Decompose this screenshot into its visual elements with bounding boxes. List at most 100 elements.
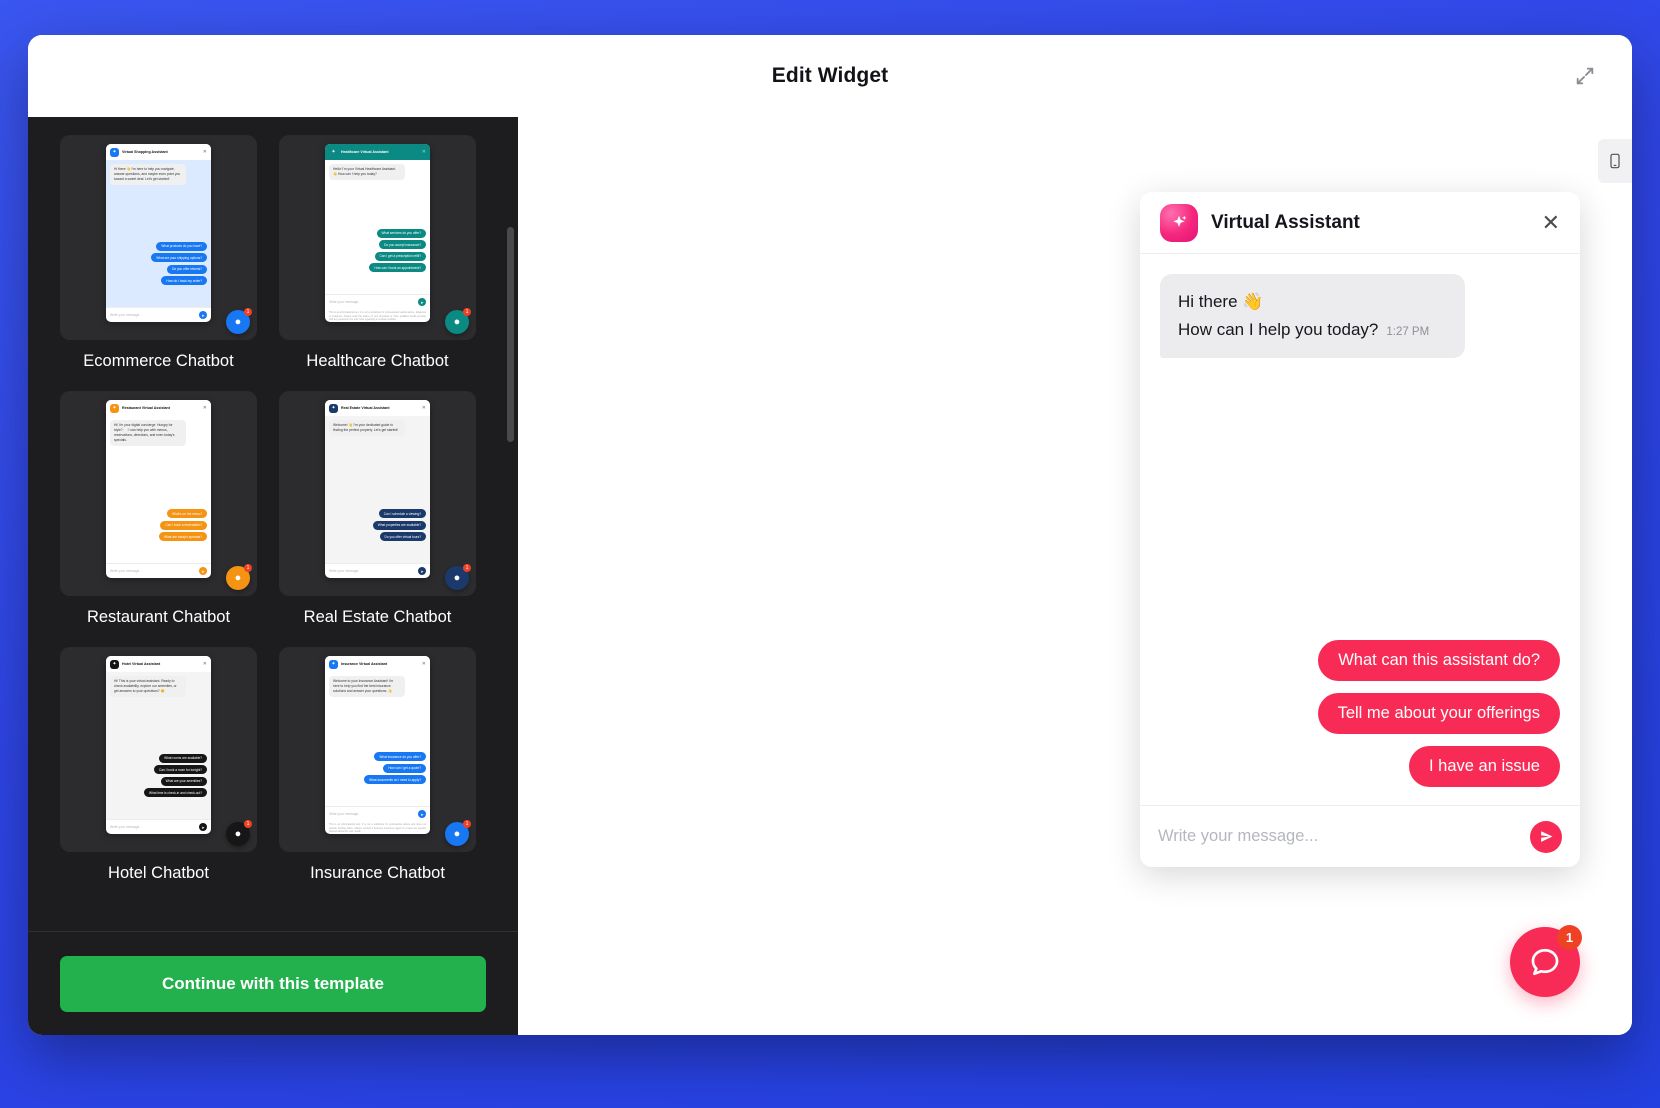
template-mini-header: ✦ Real Estate Virtual Assistant ✕ [325,400,430,416]
mobile-device-icon[interactable] [1598,139,1632,183]
template-mini-input-bar: Write your message... ➤ [106,563,211,578]
template-card[interactable]: ✦ Real Estate Virtual Assistant ✕ Welcome! … [279,391,476,631]
sidebar-footer: Continue with this template [28,931,518,1035]
template-mini-fab-icon: ● 1 [445,564,471,590]
template-mini-assistant-name: Healthcare Virtual Assistant [341,150,389,154]
template-label: Real Estate Chatbot [303,608,452,626]
template-mini-reply: Do you accept insurance? [379,240,426,250]
template-mini-send-icon: ➤ [418,298,426,307]
send-icon[interactable] [1530,820,1562,853]
template-mini-input-bar: Write your message... ➤ [106,819,211,834]
template-mini-close-icon: ✕ [421,149,426,155]
template-mini-reply: What are today's specials? [159,532,207,541]
chat-widget-preview: Virtual Assistant ✕ Hi there 👋 How can I… [1140,192,1580,867]
template-mini-avatar-icon: ✦ [110,147,119,157]
template-mini-input-placeholder: Write your message... [110,825,143,829]
template-mini-reply: What insurance do you offer? [374,752,426,762]
template-mini-disclaimer: This is an informational tool. It is not… [329,823,426,834]
template-mini-disclaimer: This is an informational tool. It is not… [329,311,426,322]
template-mini-widget: ✦ Virtual Shopping Assistant ✕ Hi there 👋 I… [106,144,211,322]
template-thumbnail[interactable]: ✦ Restaurant Virtual Assistant ✕ Hi! I'm yo… [60,391,257,596]
widget-message-area: Hi there 👋 How can I help you today? 1:2… [1140,254,1580,805]
close-icon[interactable]: ✕ [1542,211,1560,234]
template-mini-send-icon: ➤ [199,311,207,319]
template-mini-input-placeholder: Write your message... [329,300,362,305]
template-mini-reply: Can I book a reservation? [160,520,207,530]
template-thumbnail[interactable]: ✦ Virtual Shopping Assistant ✕ Hi there 👋 I… [60,135,257,340]
template-mini-widget: ✦ Healthcare Virtual Assistant ✕ Hello! I'm… [325,144,430,322]
template-mini-avatar-icon: ✦ [110,403,119,413]
template-mini-reply: How can I get a quote? [383,763,426,773]
edit-widget-modal: Edit Widget ✦ Virtual Shopping Assistant ✕… [28,35,1632,1035]
template-mini-reply: Can I get a prescription refill? [374,251,426,261]
template-label: Hotel Chatbot [108,864,209,882]
message-timestamp: 1:27 PM [1386,326,1430,339]
template-card[interactable]: ✦ Virtual Shopping Assistant ✕ Hi there 👋 I… [60,135,257,375]
page-title: Edit Widget [771,64,889,87]
template-mini-close-icon: ✕ [421,661,426,667]
template-mini-avatar-icon: ✦ [329,659,338,669]
template-mini-avatar-icon: ✦ [329,147,338,157]
template-mini-header: ✦ Healthcare Virtual Assistant ✕ [325,144,430,160]
template-mini-reply-list: Can I schedule a viewing? What properties… [372,509,426,541]
template-thumbnail[interactable]: ✦ Real Estate Virtual Assistant ✕ Welcome! … [279,391,476,596]
template-grid: ✦ Virtual Shopping Assistant ✕ Hi there 👋 I… [60,135,500,887]
template-label: Ecommerce Chatbot [83,352,234,370]
template-sidebar: ✦ Virtual Shopping Assistant ✕ Hi there 👋 I… [28,117,518,1035]
template-mini-reply: Can I schedule a viewing? [378,509,426,518]
quick-reply-button[interactable]: What can this assistant do? [1318,640,1560,681]
template-mini-assistant-name: Virtual Shopping Assistant [122,150,168,154]
sidebar-scrollbar[interactable] [507,227,514,442]
fab-unread-badge: 1 [1557,925,1582,950]
quick-reply-button[interactable]: I have an issue [1409,746,1560,787]
template-mini-reply: What time is check-in and check-out? [144,788,207,797]
template-mini-greeting: Welcome! 👋 I'm your dedicated guide to f… [329,420,405,437]
modal-body: ✦ Virtual Shopping Assistant ✕ Hi there 👋 I… [28,117,1632,1035]
template-mini-send-icon: ➤ [418,810,426,819]
template-thumbnail[interactable]: ✦ Healthcare Virtual Assistant ✕ Hello! I'm… [279,135,476,340]
template-mini-assistant-name: Restaurant Virtual Assistant [122,406,170,410]
template-mini-reply: What rooms are available? [159,753,207,763]
template-mini-reply: What properties are available? [372,520,426,530]
template-mini-input-placeholder: Write your message... [110,313,143,317]
continue-with-template-button[interactable]: Continue with this template [60,955,486,1012]
template-mini-close-icon: ✕ [202,149,207,155]
chat-bubble-icon[interactable]: 1 [1510,925,1582,997]
template-mini-greeting: Hello! I'm your Virtual Healthcare Assis… [329,164,405,181]
template-mini-reply: Do you offer virtual tours? [379,532,426,541]
template-mini-header: ✦ Restaurant Virtual Assistant ✕ [106,400,211,416]
template-mini-close-icon: ✕ [421,405,426,411]
template-mini-body: Welcome! 👋 I'm your dedicated guide to f… [325,416,430,563]
template-mini-fab-icon: ● 1 [226,564,252,590]
message-input[interactable] [1158,827,1520,846]
template-mini-assistant-name: Hotel Virtual Assistant [122,662,161,666]
template-thumbnail[interactable]: ✦ Insurance Virtual Assistant ✕ Welcome to … [279,647,476,852]
template-mini-widget: ✦ Hotel Virtual Assistant ✕ Hi! This is you… [106,656,211,834]
template-mini-reply-list: What insurance do you offer? How can I ge… [364,752,426,785]
template-mini-reply: What's on the menu? [166,509,207,518]
template-mini-fab-icon: ● 1 [445,820,471,846]
template-scroll-area[interactable]: ✦ Virtual Shopping Assistant ✕ Hi there 👋 I… [28,117,518,931]
template-mini-greeting: Hi there 👋 I'm here to help you navigate… [110,164,186,186]
template-card[interactable]: ✦ Restaurant Virtual Assistant ✕ Hi! I'm yo… [60,391,257,631]
template-mini-reply: How do I track my order? [161,276,207,285]
template-mini-header: ✦ Virtual Shopping Assistant ✕ [106,144,211,160]
quick-reply-button[interactable]: Tell me about your offerings [1317,693,1560,734]
template-mini-body: Hi! I'm your digital concierge. Hungry f… [106,416,211,563]
template-card[interactable]: ✦ Hotel Virtual Assistant ✕ Hi! This is you… [60,647,257,887]
widget-header: Virtual Assistant ✕ [1140,192,1580,254]
template-card[interactable]: ✦ Healthcare Virtual Assistant ✕ Hello! I'm… [279,135,476,375]
widget-input-bar [1140,805,1580,867]
widget-assistant-name: Virtual Assistant [1211,211,1360,233]
template-mini-reply: What products do you have? [156,241,207,251]
bot-message-line-1: Hi there 👋 [1178,292,1264,311]
template-thumbnail[interactable]: ✦ Hotel Virtual Assistant ✕ Hi! This is you… [60,647,257,852]
template-label: Insurance Chatbot [310,864,445,882]
expand-diagonal-icon[interactable] [1568,59,1602,93]
template-mini-widget: ✦ Real Estate Virtual Assistant ✕ Welcome! … [325,400,430,578]
template-card[interactable]: ✦ Insurance Virtual Assistant ✕ Welcome to … [279,647,476,887]
template-mini-fab-badge: 1 [463,564,471,572]
template-mini-assistant-name: Real Estate Virtual Assistant [341,406,390,410]
template-mini-input-bar: Write your message... ➤ [325,294,430,309]
bot-message-line-2-row: How can I help you today? 1:27 PM [1178,316,1447,344]
